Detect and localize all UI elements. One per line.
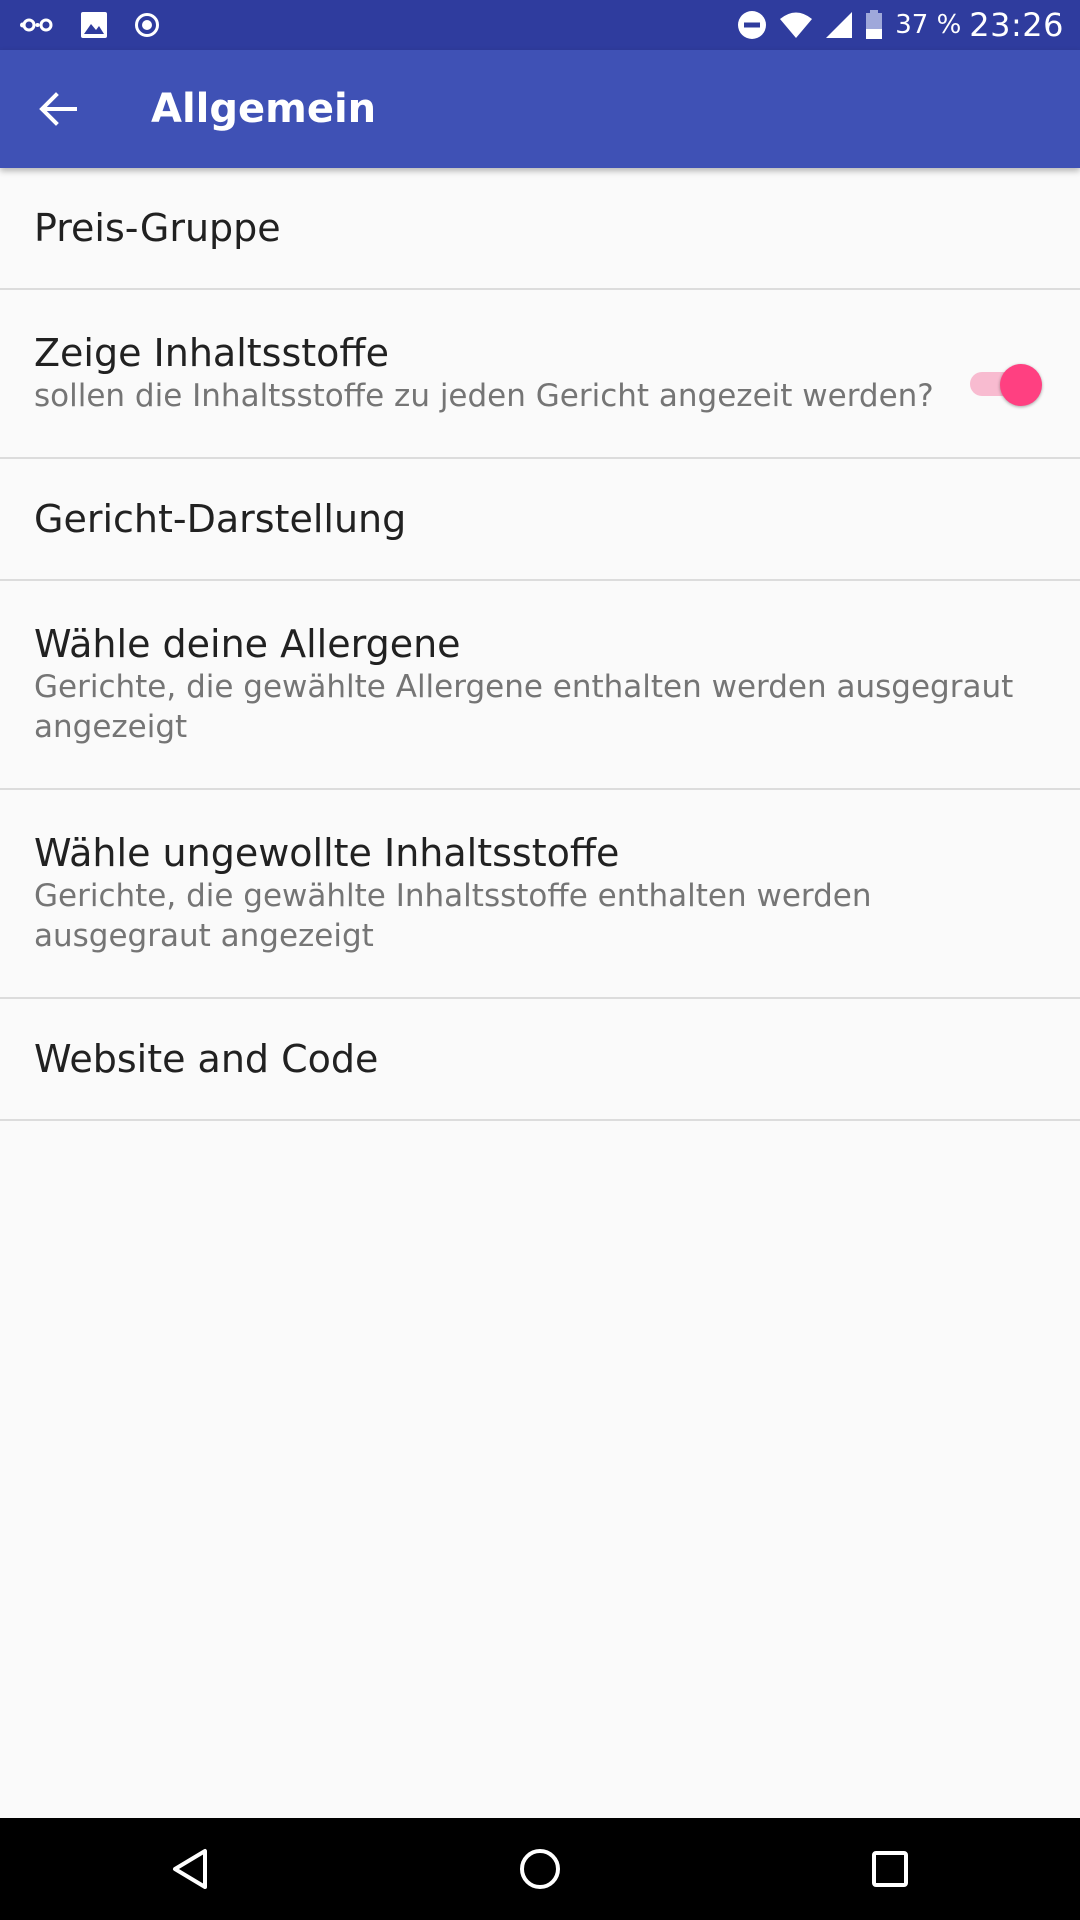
app-bar: Allgemein <box>0 50 1080 168</box>
pref-title: Gericht-Darstellung <box>34 497 407 541</box>
nextcloud-icon <box>20 18 53 32</box>
arrow-back-icon <box>39 92 77 126</box>
toggle-thumb <box>1000 364 1042 406</box>
pref-zeige-inhaltsstoffe[interactable]: Zeige Inhaltsstoffe sollen die Inhaltsst… <box>0 290 1080 459</box>
pref-allergene[interactable]: Wähle deine Allergene Gerichte, die gewä… <box>0 581 1080 790</box>
pref-gericht-darstellung[interactable]: Gericht-Darstellung <box>0 459 1080 581</box>
nav-home-button[interactable] <box>500 1829 580 1909</box>
settings-list: Preis-Gruppe Zeige Inhaltsstoffe sollen … <box>0 168 1080 1121</box>
status-bar-notifications <box>20 0 186 50</box>
pref-summary: Gerichte, die gewählte Allergene enthalt… <box>34 669 1014 745</box>
record-icon <box>135 13 159 37</box>
home-circle-icon <box>520 1849 560 1889</box>
inhaltsstoffe-toggle[interactable] <box>968 360 1042 408</box>
wifi-icon <box>780 12 813 38</box>
navigation-bar <box>0 1818 1080 1920</box>
recents-square-icon <box>872 1851 908 1887</box>
page-title: Allgemein <box>151 86 377 132</box>
pref-title: Wähle ungewollte Inhaltsstoffe <box>34 831 620 875</box>
back-triangle-icon <box>173 1849 207 1889</box>
battery-icon <box>866 10 883 39</box>
status-bar-system: 37 % 23:26 <box>737 0 1064 50</box>
back-button[interactable] <box>20 71 96 147</box>
do-not-disturb-icon <box>738 11 767 39</box>
nav-back-button[interactable] <box>150 1829 230 1909</box>
cell-signal-icon <box>826 12 853 38</box>
pref-website-code[interactable]: Website and Code <box>0 999 1080 1121</box>
status-clock: 23:26 <box>969 6 1064 44</box>
pref-preis-gruppe[interactable]: Preis-Gruppe <box>0 168 1080 290</box>
nav-recents-button[interactable] <box>850 1829 930 1909</box>
battery-percentage: 37 % <box>895 10 962 40</box>
image-icon <box>81 12 107 38</box>
pref-title: Website and Code <box>34 1037 379 1081</box>
status-bar: 37 % 23:26 <box>0 0 1080 50</box>
pref-ungewollte-inhaltsstoffe[interactable]: Wähle ungewollte Inhaltsstoffe Gerichte,… <box>0 790 1080 999</box>
pref-summary: sollen die Inhaltsstoffe zu jeden Gerich… <box>34 378 934 414</box>
pref-title: Preis-Gruppe <box>34 206 281 250</box>
pref-title: Zeige Inhaltsstoffe <box>34 331 389 375</box>
pref-title: Wähle deine Allergene <box>34 622 461 666</box>
pref-summary: Gerichte, die gewählte Inhaltsstoffe ent… <box>34 878 872 954</box>
